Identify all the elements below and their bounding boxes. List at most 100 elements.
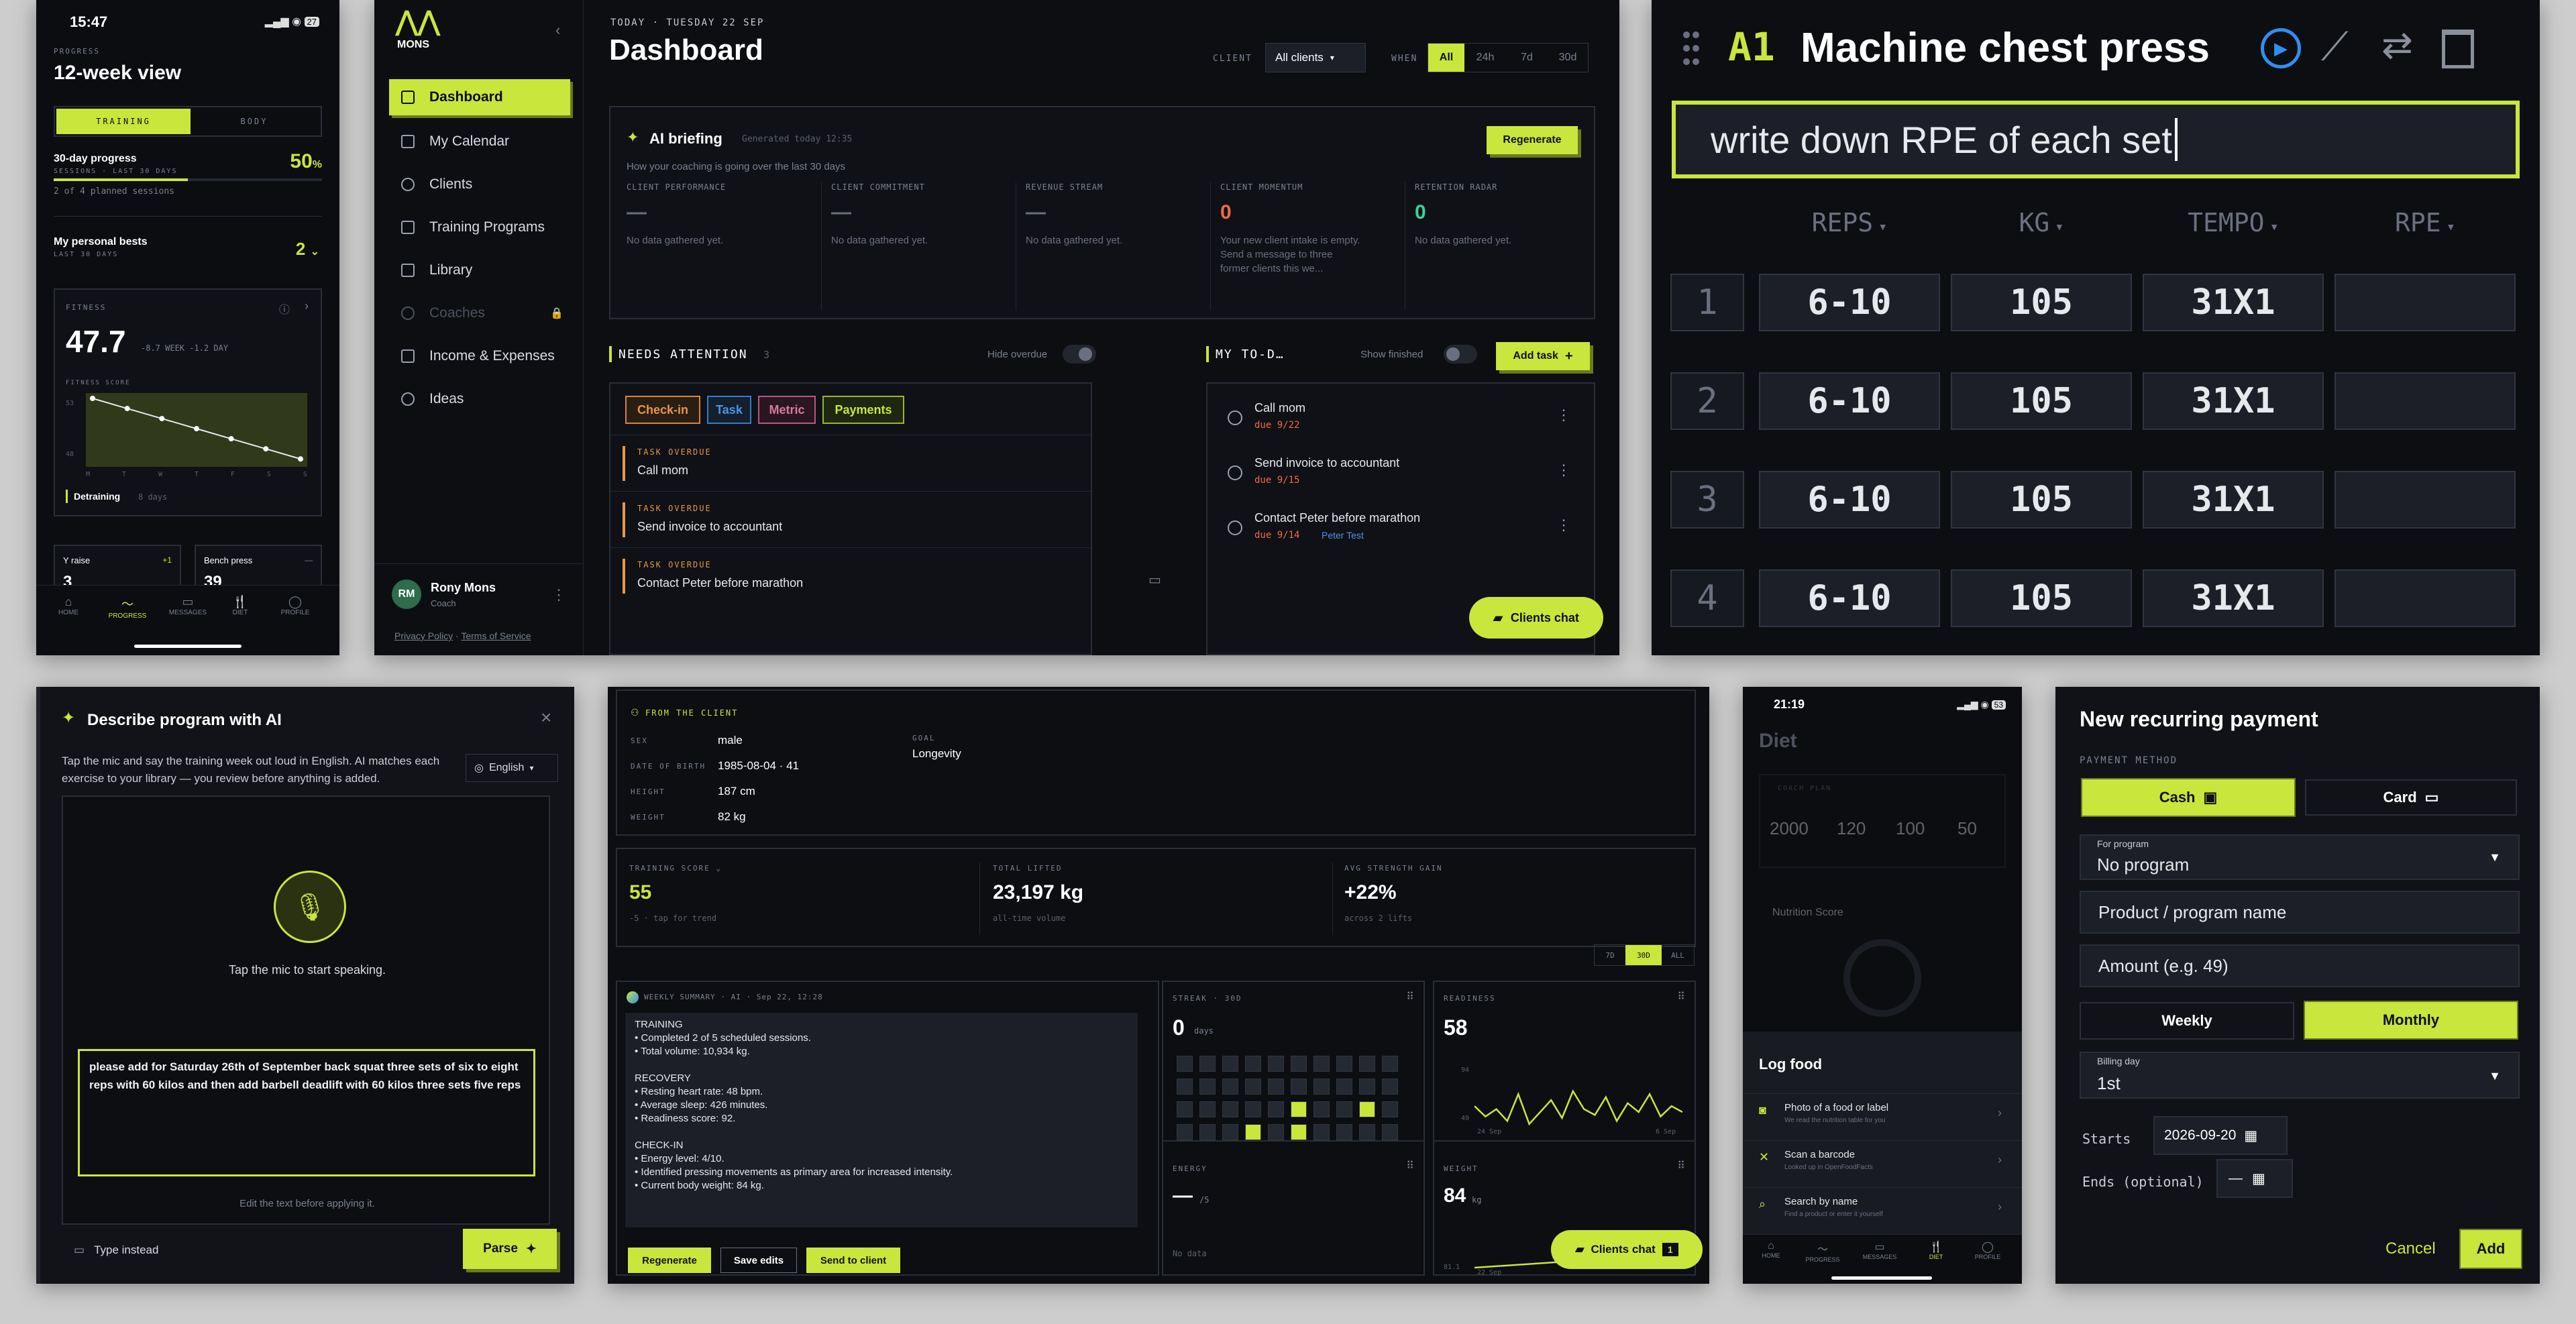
attention-item[interactable]: TASK OVERDUE Call mom bbox=[610, 435, 1091, 491]
drag-icon[interactable]: ⠿ bbox=[1406, 1159, 1414, 1172]
privacy-link[interactable]: Privacy Policy bbox=[394, 630, 453, 641]
sidebar-item-dashboard[interactable]: Dashboard bbox=[389, 79, 570, 115]
when-30d[interactable]: 30d bbox=[1548, 44, 1588, 72]
send-to-client-button[interactable]: Send to client bbox=[806, 1248, 900, 1273]
cash-option[interactable]: Cash ▣ bbox=[2082, 779, 2294, 816]
todo-checkbox[interactable] bbox=[1228, 410, 1242, 425]
nav-messages[interactable]: ▭ MESSAGES bbox=[1853, 1240, 1907, 1260]
set-reps-input[interactable]: 6-10 bbox=[1759, 569, 1940, 627]
sidebar-item-income[interactable]: Income & Expenses bbox=[389, 338, 570, 374]
sidebar-item-ideas[interactable]: Ideas bbox=[389, 381, 570, 417]
drag-icon[interactable]: ⠿ bbox=[1677, 1159, 1685, 1172]
set-tempo-input[interactable]: 31X1 bbox=[2143, 372, 2324, 430]
range-30d[interactable]: 30D bbox=[1625, 945, 1662, 965]
language-select[interactable]: ◎ English ▾ bbox=[466, 754, 558, 782]
sidebar-item-library[interactable]: Library bbox=[389, 252, 570, 288]
terms-link[interactable]: Terms of Service bbox=[461, 630, 531, 641]
todo-item[interactable]: Send invoice to accountant due 9/15 ⋮ bbox=[1208, 447, 1594, 502]
filter-task[interactable]: Task bbox=[707, 396, 751, 424]
range-7d[interactable]: 7D bbox=[1595, 945, 1625, 965]
nav-progress[interactable]: 〜 PROGRESS bbox=[101, 595, 154, 620]
collapse-icon[interactable]: ‹ bbox=[555, 21, 560, 39]
set-reps-input[interactable]: 6-10 bbox=[1759, 471, 1940, 529]
filter-payments[interactable]: Payments bbox=[822, 396, 904, 424]
user-menu-icon[interactable]: ⋮ bbox=[551, 586, 566, 604]
product-name-input[interactable]: Product / program name bbox=[2080, 891, 2520, 934]
regenerate-button[interactable]: Regenerate bbox=[1487, 126, 1578, 154]
nav-messages[interactable]: ▭ MESSAGES bbox=[161, 595, 215, 616]
clients-chat-button[interactable]: ▰ Clients chat 1 bbox=[1551, 1230, 1703, 1269]
parse-button[interactable]: Parse ✦ bbox=[463, 1229, 557, 1269]
monthly-option[interactable]: Monthly bbox=[2305, 1002, 2517, 1038]
sidebar-item-programs[interactable]: Training Programs bbox=[389, 209, 570, 245]
swap-icon[interactable]: ⇄ bbox=[2381, 23, 2413, 67]
more-icon[interactable]: ⋮ bbox=[1556, 461, 1571, 479]
comment-icon[interactable]: ▭ bbox=[1148, 571, 1161, 588]
add-task-button[interactable]: Add task + bbox=[1496, 342, 1590, 370]
log-food-option[interactable]: ◙ Photo of a food or label We read the nut… bbox=[1743, 1093, 2022, 1138]
type-instead-link[interactable]: ▭ Type instead bbox=[74, 1244, 158, 1257]
column-header[interactable]: REPS ▾ bbox=[1759, 208, 1940, 237]
cancel-button[interactable]: Cancel bbox=[2385, 1239, 2436, 1258]
note-input[interactable]: write down RPE of each set bbox=[1672, 101, 2520, 178]
todo-checkbox[interactable] bbox=[1228, 465, 1242, 480]
score-label[interactable]: TRAINING SCORE ⌄ bbox=[629, 864, 722, 873]
nav-profile[interactable]: ◯ PROFILE bbox=[268, 595, 322, 616]
hide-overdue-toggle[interactable] bbox=[1063, 345, 1096, 364]
billing-select[interactable]: Billing day 1st ▼ bbox=[2080, 1052, 2520, 1099]
set-tempo-input[interactable]: 31X1 bbox=[2143, 274, 2324, 331]
when-all[interactable]: All bbox=[1428, 44, 1464, 72]
when-24h[interactable]: 24h bbox=[1464, 44, 1506, 72]
nav-diet[interactable]: 🍴 DIET bbox=[221, 595, 259, 616]
set-kg-input[interactable]: 105 bbox=[1951, 569, 2132, 627]
trend-icon[interactable]: ⟋ bbox=[2321, 24, 2349, 70]
close-icon[interactable]: × bbox=[541, 707, 551, 728]
set-tempo-input[interactable]: 31X1 bbox=[2143, 569, 2324, 627]
weekly-option[interactable]: Weekly bbox=[2080, 1002, 2294, 1040]
set-kg-input[interactable]: 105 bbox=[1951, 274, 2132, 331]
todo-item[interactable]: Call mom due 9/22 ⋮ bbox=[1208, 392, 1594, 447]
sidebar-item-calendar[interactable]: My Calendar bbox=[389, 123, 570, 160]
todo-checkbox[interactable] bbox=[1228, 520, 1242, 535]
info-icon[interactable]: ⓘ bbox=[279, 300, 290, 317]
filter-metric[interactable]: Metric bbox=[758, 396, 816, 424]
set-reps-input[interactable]: 6-10 bbox=[1759, 274, 1940, 331]
play-icon[interactable]: ▶ bbox=[2261, 28, 2301, 68]
save-edits-button[interactable]: Save edits bbox=[720, 1248, 797, 1273]
set-tempo-input[interactable]: 31X1 bbox=[2143, 471, 2324, 529]
card-option[interactable]: Card ▭ bbox=[2305, 779, 2517, 816]
when-7d[interactable]: 7d bbox=[1506, 44, 1548, 72]
log-food-option[interactable]: ✕ Scan a barcode Looked up in OpenFoodFact… bbox=[1743, 1140, 2022, 1184]
set-reps-input[interactable]: 6-10 bbox=[1759, 372, 1940, 430]
sidebar-item-clients[interactable]: Clients bbox=[389, 166, 570, 203]
bests-label[interactable]: My personal bests bbox=[54, 236, 148, 248]
program-select[interactable]: For program No program ▼ bbox=[2080, 834, 2520, 880]
more-icon[interactable]: ⋮ bbox=[1556, 516, 1571, 534]
starts-input[interactable]: 2026-09-20 ▦ bbox=[2153, 1116, 2288, 1155]
more-icon[interactable]: ⋮ bbox=[1556, 406, 1571, 424]
set-rpe-input[interactable] bbox=[2334, 274, 2516, 331]
nav-profile[interactable]: ◯ PROFILE bbox=[1964, 1240, 2011, 1260]
set-rpe-input[interactable] bbox=[2334, 372, 2516, 430]
chevron-right-icon[interactable]: › bbox=[305, 299, 309, 313]
drag-icon[interactable]: ⠿ bbox=[1677, 990, 1685, 1003]
nav-home[interactable]: ⌂ HOME bbox=[1752, 1240, 1790, 1259]
bests-value[interactable]: 2 ⌄ bbox=[296, 239, 319, 260]
range-all[interactable]: ALL bbox=[1662, 945, 1694, 965]
mic-button[interactable]: 🎙 bbox=[274, 871, 346, 943]
column-header[interactable]: KG ▾ bbox=[1951, 208, 2132, 237]
set-kg-input[interactable]: 105 bbox=[1951, 471, 2132, 529]
tab-body[interactable]: BODY bbox=[191, 109, 318, 134]
drag-handle-icon[interactable] bbox=[1681, 30, 1701, 67]
drag-icon[interactable]: ⠿ bbox=[1406, 990, 1414, 1003]
ends-input[interactable]: — ▦ bbox=[2216, 1159, 2293, 1198]
set-kg-input[interactable]: 105 bbox=[1951, 372, 2132, 430]
calendar-icon[interactable]: ▦ bbox=[2244, 1127, 2257, 1144]
nav-diet[interactable]: 🍴 DIET bbox=[1917, 1240, 1955, 1260]
calendar-icon[interactable]: ▦ bbox=[2252, 1170, 2265, 1187]
amount-input[interactable]: Amount (e.g. 49) bbox=[2080, 944, 2520, 987]
set-rpe-input[interactable] bbox=[2334, 569, 2516, 627]
nav-home[interactable]: ⌂ HOME bbox=[50, 595, 87, 616]
filter-checkin[interactable]: Check-in bbox=[625, 396, 700, 424]
show-finished-toggle[interactable] bbox=[1444, 345, 1477, 364]
